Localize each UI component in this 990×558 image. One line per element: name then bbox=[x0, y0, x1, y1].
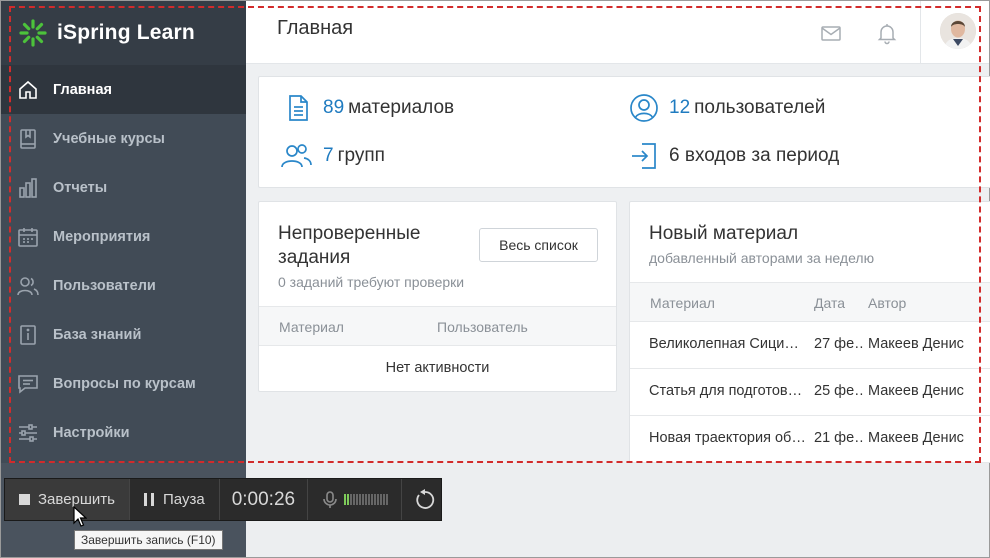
stat-logins-label: 6 входов за период bbox=[669, 145, 840, 166]
finish-tooltip: Завершить запись (F10) bbox=[74, 530, 223, 550]
column-header-material[interactable]: Материал bbox=[650, 295, 715, 311]
row-author: Макеев Денис bbox=[868, 430, 964, 446]
users-icon bbox=[17, 275, 39, 297]
group-icon bbox=[279, 141, 313, 171]
new-material-card: Новый материал добавленный авторами за н… bbox=[629, 201, 990, 463]
sidebar-item-knowledge-base[interactable]: База знаний bbox=[1, 310, 246, 359]
sidebar-item-reports[interactable]: Отчеты bbox=[1, 163, 246, 212]
brand[interactable]: iSpring Learn bbox=[1, 1, 246, 65]
document-icon bbox=[283, 93, 313, 123]
row-author: Макеев Денис bbox=[868, 383, 964, 399]
stat-groups-label: групп bbox=[337, 145, 385, 166]
sidebar-item-label: Настройки bbox=[53, 424, 130, 441]
finish-recording-button[interactable]: Завершить bbox=[5, 479, 129, 520]
view-all-button[interactable]: Весь список bbox=[479, 228, 598, 262]
brand-name: iSpring Learn bbox=[57, 21, 195, 44]
sidebar-item-label: Пользователи bbox=[53, 277, 156, 294]
mail-icon[interactable] bbox=[819, 21, 843, 45]
row-material[interactable]: Новая траектория об… bbox=[649, 430, 807, 446]
stat-materials-count: 89 bbox=[323, 97, 345, 118]
row-date: 21 фе… bbox=[814, 430, 864, 446]
row-material[interactable]: Статья для подготов… bbox=[649, 383, 807, 399]
sidebar-item-label: Мероприятия bbox=[53, 228, 151, 245]
top-header: Главная bbox=[246, 1, 989, 64]
home-icon bbox=[17, 79, 39, 101]
stop-icon bbox=[19, 494, 30, 505]
empty-state: Нет активности bbox=[385, 360, 490, 376]
user-circle-icon bbox=[629, 93, 659, 123]
toolbar-divider bbox=[307, 479, 309, 520]
toolbar-divider bbox=[401, 479, 403, 520]
sliders-icon bbox=[17, 422, 39, 444]
recording-timer: 0:00:26 bbox=[231, 488, 296, 510]
sidebar-item-events[interactable]: Мероприятия bbox=[1, 212, 246, 261]
column-header-author[interactable]: Автор bbox=[868, 295, 906, 311]
book-icon bbox=[17, 128, 39, 150]
column-header-material[interactable]: Материал bbox=[279, 319, 344, 335]
row-material[interactable]: Великолепная Сици… bbox=[649, 336, 807, 352]
page-title: Главная bbox=[277, 17, 354, 39]
tasks-table-header: Материал Пользователь bbox=[259, 306, 616, 346]
header-divider bbox=[920, 1, 921, 64]
sign-in-icon bbox=[629, 141, 659, 171]
info-book-icon bbox=[17, 324, 39, 346]
sidebar-item-courses[interactable]: Учебные курсы bbox=[1, 114, 246, 163]
main-content: 89 материалов 12 пользователей 7 групп 6… bbox=[246, 64, 990, 463]
row-author: Макеев Денис bbox=[868, 336, 964, 352]
sidebar-item-label: Вопросы по курсам bbox=[53, 375, 196, 392]
stats-card: 89 материалов 12 пользователей 7 групп 6… bbox=[258, 76, 990, 188]
sidebar-item-users[interactable]: Пользователи bbox=[1, 261, 246, 310]
sidebar-item-label: Учебные курсы bbox=[53, 130, 165, 147]
unchecked-tasks-card: Непроверенные задания 0 заданий требуют … bbox=[258, 201, 617, 392]
column-header-user[interactable]: Пользователь bbox=[437, 319, 528, 335]
stat-materials-label: материалов bbox=[348, 97, 455, 118]
recorder-toolbar: Завершить Пауза 0:00:26 bbox=[4, 478, 442, 521]
column-header-date[interactable]: Дата bbox=[814, 295, 845, 311]
table-row[interactable]: Новая траектория об… 21 фе… Макеев Денис bbox=[630, 416, 990, 463]
tasks-title-line1: Непроверенные bbox=[278, 223, 421, 244]
pause-icon bbox=[144, 493, 154, 506]
stat-materials[interactable]: 89 материалов bbox=[283, 93, 454, 123]
bar-chart-icon bbox=[17, 177, 39, 199]
stat-logins[interactable]: 6 входов за период bbox=[629, 141, 839, 171]
sidebar-item-home[interactable]: Главная bbox=[1, 65, 246, 114]
chat-icon bbox=[17, 373, 39, 395]
sidebar-item-settings[interactable]: Настройки bbox=[1, 408, 246, 457]
ispring-logo-icon bbox=[19, 19, 47, 47]
audio-level-meter bbox=[344, 494, 389, 506]
pause-button[interactable]: Пауза bbox=[130, 479, 219, 520]
row-date: 27 фе… bbox=[814, 336, 864, 352]
stat-users-label: пользователей bbox=[694, 97, 826, 118]
new-material-title: Новый материал bbox=[649, 223, 799, 244]
table-row[interactable]: Великолепная Сици… 27 фе… Макеев Денис bbox=[630, 322, 990, 369]
new-material-table-header: Материал Дата Автор bbox=[630, 282, 990, 322]
calendar-icon bbox=[17, 226, 39, 248]
tasks-title-line2: задания bbox=[278, 247, 351, 268]
sidebar-item-course-questions[interactable]: Вопросы по курсам bbox=[1, 359, 246, 408]
row-date: 25 фе… bbox=[814, 383, 864, 399]
bell-icon[interactable] bbox=[875, 21, 899, 45]
mouse-cursor-icon bbox=[73, 506, 87, 527]
sidebar-item-label: База знаний bbox=[53, 326, 142, 343]
tasks-subtitle: 0 заданий требуют проверки bbox=[278, 274, 465, 290]
avatar[interactable] bbox=[940, 13, 976, 49]
sidebar-item-label: Главная bbox=[53, 81, 112, 98]
restart-icon[interactable] bbox=[414, 488, 436, 511]
microphone-icon[interactable] bbox=[322, 490, 338, 509]
pause-label: Пауза bbox=[163, 491, 205, 508]
stat-users[interactable]: 12 пользователей bbox=[629, 93, 825, 123]
sidebar: iSpring Learn Главная Учебные курсы Отче… bbox=[1, 1, 246, 463]
stat-groups[interactable]: 7 групп bbox=[279, 141, 385, 171]
sidebar-item-label: Отчеты bbox=[53, 179, 108, 196]
stat-users-count: 12 bbox=[669, 97, 691, 118]
new-material-subtitle: добавленный авторами за неделю bbox=[649, 250, 875, 266]
stat-groups-count: 7 bbox=[323, 145, 334, 166]
table-row[interactable]: Статья для подготов… 25 фе… Макеев Денис bbox=[630, 369, 990, 416]
